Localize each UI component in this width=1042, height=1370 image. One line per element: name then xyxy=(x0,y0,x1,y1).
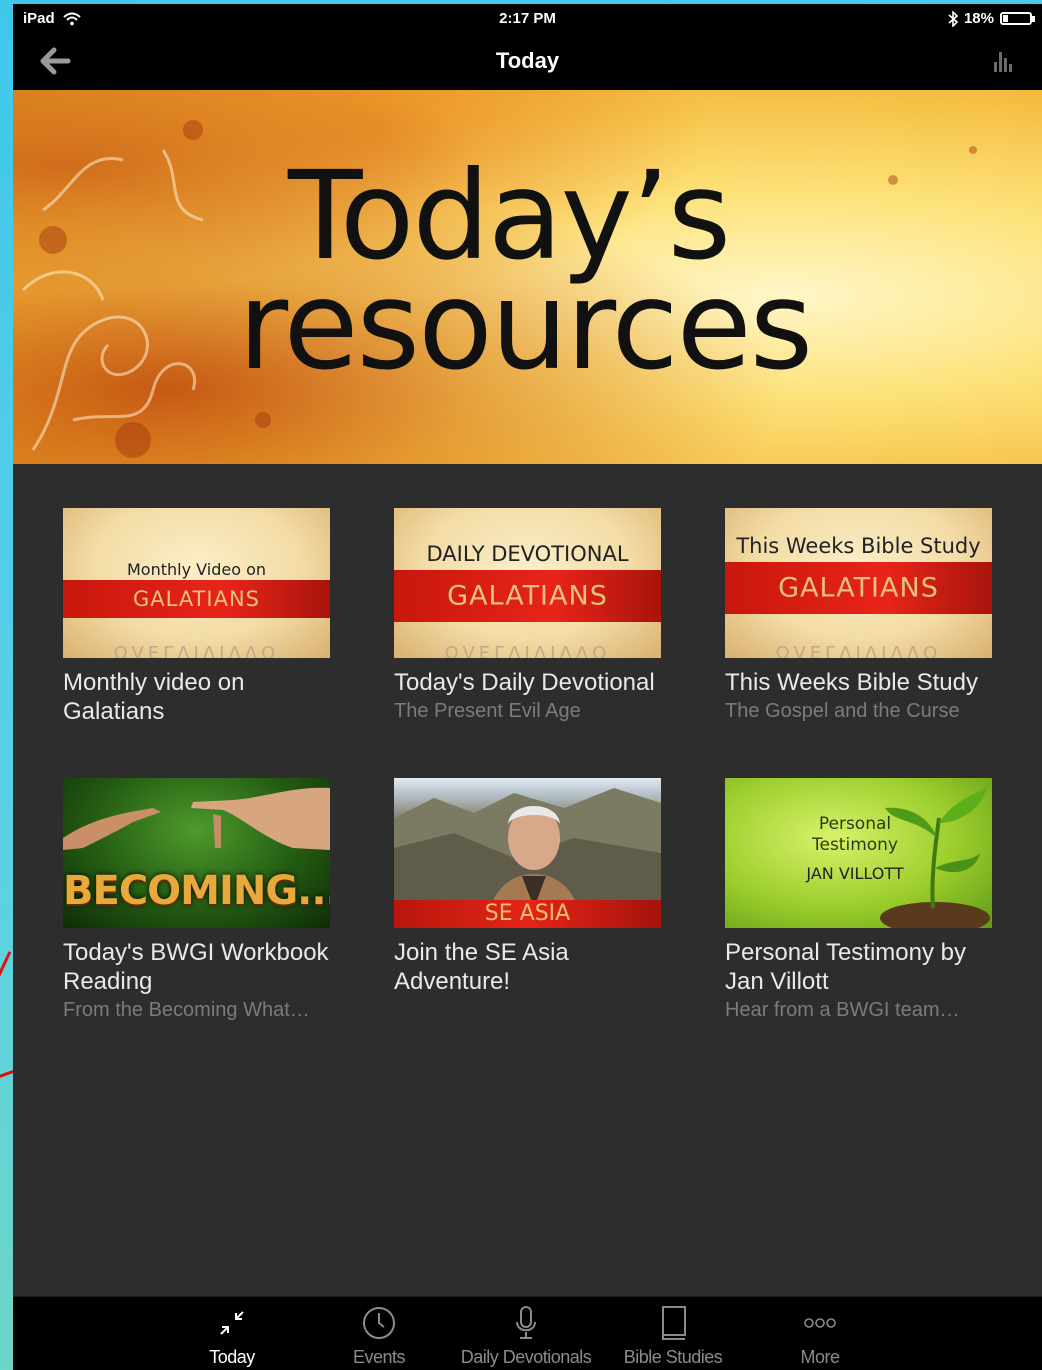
hero-banner[interactable]: Today’s resources xyxy=(13,90,1042,464)
tile-subtitle: From the Becoming What… xyxy=(63,999,310,1021)
status-bar: iPad 2:17 PM 18% xyxy=(13,4,1042,32)
status-right: 18% xyxy=(948,10,1035,27)
thumb-band-text: GALATIANS xyxy=(778,572,939,604)
tile-title: Join the SE Asia Adventure! xyxy=(394,939,569,995)
thumbnail-daily-devotional: DAILY DEVOTIONAL GALATIANS ΩVΕΓΛΙΛΙΛΛΟ xyxy=(394,508,661,658)
thumbnail-monthly-video: Monthly Video on GALATIANS ΩVΕΓΛΙΛΙΛΛΟ xyxy=(63,508,330,658)
thumb-red-band: GALATIANS xyxy=(725,562,992,614)
battery-percent: 18% xyxy=(963,10,994,27)
page-title: Today xyxy=(495,48,560,73)
thumb-becoming-text: BECOMING... xyxy=(63,868,330,914)
status-time: 2:17 PM xyxy=(499,10,556,27)
tab-label: Daily Devotionals xyxy=(460,1347,592,1367)
thumb-se-asia-band: SE ASIA xyxy=(394,900,661,928)
tab-events[interactable]: Events xyxy=(309,1297,449,1370)
thumb-testimony-name: JAN VILLOTT xyxy=(806,864,904,883)
tile-daily-devotional[interactable]: DAILY DEVOTIONAL GALATIANS ΩVΕΓΛΙΛΙΛΛΟ T… xyxy=(394,508,661,725)
thumb-top-text: This Weeks Bible Study xyxy=(736,534,981,558)
tile-title: Today's Daily Devotional xyxy=(394,669,655,696)
thumb-top-text: DAILY DEVOTIONAL xyxy=(426,542,629,566)
thumb-top-text: Monthly Video on xyxy=(127,560,266,579)
thumb-red-band: GALATIANS xyxy=(63,580,330,618)
thumb-testimony-text: Personal Testimony xyxy=(812,814,898,855)
thumb-red-band: GALATIANS xyxy=(394,570,661,622)
battery-icon xyxy=(1000,12,1035,25)
tile-personal-testimony[interactable]: Personal Testimony JAN VILLOTT Personal … xyxy=(725,778,992,1024)
hero-title-line2: resources xyxy=(238,254,813,397)
thumb-band-text: GALATIANS xyxy=(133,587,260,611)
thumbnail-bible-study: This Weeks Bible Study GALATIANS ΩVΕΓΛΙΛ… xyxy=(725,508,992,658)
tab-more[interactable]: More xyxy=(750,1297,890,1370)
tile-bwgi-workbook[interactable]: BECOMING... Today's BWGI Workbook Readin… xyxy=(63,778,330,1024)
bar-chart-icon[interactable] xyxy=(991,48,1017,74)
ipad-screen: iPad 2:17 PM 18% Today Today’s resources… xyxy=(13,4,1042,1370)
tile-se-asia[interactable]: SE ASIA Join the SE Asia Adventure! xyxy=(394,778,661,996)
thumbnail-se-asia: SE ASIA xyxy=(394,778,661,928)
thumbnail-testimony: Personal Testimony JAN VILLOTT xyxy=(725,778,992,928)
tile-title: Personal Testimony by Jan Villott xyxy=(725,939,967,995)
thumbnail-becoming: BECOMING... xyxy=(63,778,330,928)
frame-decoration xyxy=(0,951,12,989)
thumb-ghost-text: ΩVΕΓΛΙΛΙΛΛΟ xyxy=(113,643,280,658)
tile-subtitle: Hear from a BWGI team… xyxy=(725,999,960,1021)
tile-monthly-video[interactable]: Monthly Video on GALATIANS ΩVΕΓΛΙΛΙΛΛΟ M… xyxy=(63,508,330,726)
thumb-band-text: GALATIANS xyxy=(447,580,608,612)
more-dots-icon xyxy=(804,1318,836,1328)
book-icon xyxy=(662,1306,686,1340)
tab-bible-studies[interactable]: Bible Studies xyxy=(603,1297,743,1370)
hero-title: Today’s resources xyxy=(238,155,878,397)
tile-title: This Weeks Bible Study xyxy=(725,669,978,696)
tab-daily-devotionals[interactable]: Daily Devotionals xyxy=(456,1297,596,1370)
battery-fill xyxy=(1003,15,1008,22)
thumb-ghost-text: ΩVΕΓΛΙΛΙΛΛΟ xyxy=(775,643,942,658)
tab-label: More xyxy=(800,1347,840,1367)
thumb-ghost-text: ΩVΕΓΛΙΛΙΛΛΟ xyxy=(444,643,611,658)
bluetooth-icon xyxy=(948,10,958,27)
tile-subtitle: The Gospel and the Curse xyxy=(725,700,960,722)
tab-label: Events xyxy=(352,1347,406,1367)
tab-label: Today xyxy=(209,1347,255,1367)
tab-bar: Today Events Daily Devotionals Bible Stu… xyxy=(13,1296,1042,1370)
navigation-bar: Today xyxy=(13,32,1042,90)
microphone-icon xyxy=(516,1306,536,1339)
tile-bible-study[interactable]: This Weeks Bible Study GALATIANS ΩVΕΓΛΙΛ… xyxy=(725,508,992,725)
collapse-arrows-icon xyxy=(220,1311,244,1335)
tab-label: Bible Studies xyxy=(623,1347,723,1367)
tile-title: Monthly video on Galatians xyxy=(63,669,245,725)
tile-subtitle: The Present Evil Age xyxy=(394,700,581,722)
clock-icon xyxy=(363,1307,395,1339)
tile-title: Today's BWGI Workbook Reading xyxy=(63,939,329,995)
tab-today[interactable]: Today xyxy=(162,1297,302,1370)
